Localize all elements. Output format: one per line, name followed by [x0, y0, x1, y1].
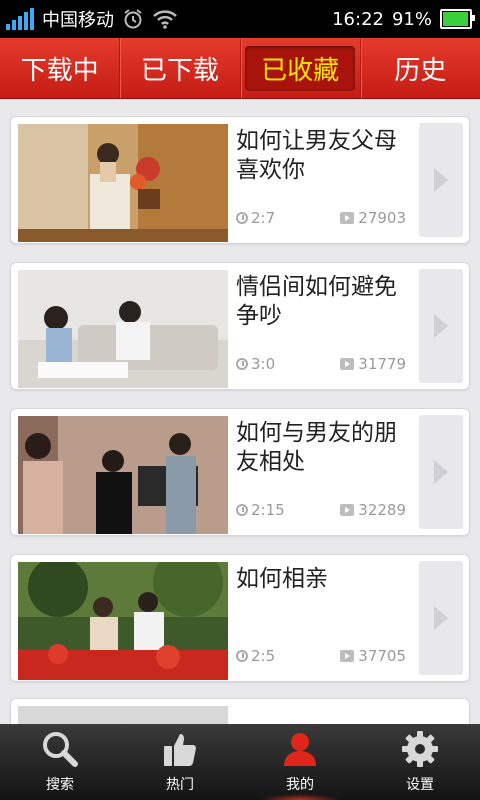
wifi-icon — [153, 10, 177, 29]
nav-settings[interactable]: 设置 — [360, 724, 480, 800]
tab-label: 下载中 — [20, 55, 99, 86]
nav-hot[interactable]: 热门 — [120, 724, 240, 800]
video-thumbnail[interactable] — [18, 706, 228, 724]
video-play-count: 32289 — [358, 501, 406, 519]
video-duration: 2:5 — [251, 647, 276, 665]
chevron-right-icon — [434, 460, 448, 484]
battery-icon — [440, 9, 475, 29]
video-thumbnail[interactable] — [18, 562, 228, 680]
video-duration: 2:15 — [251, 501, 285, 519]
video-play-count: 27903 — [358, 209, 406, 227]
video-title[interactable]: 情侣间如何避免争吵 — [236, 273, 416, 331]
top-tab-bar: 下载中 已下载 已收藏 历史 — [0, 38, 480, 99]
video-list[interactable]: 如何让男友父母喜欢你 2:7 27903 情侣间如何避免争吵 3:0 31779 — [0, 98, 480, 724]
search-icon — [43, 732, 78, 767]
video-title[interactable]: 如何与男友的朋友相处 — [236, 419, 416, 477]
clock-icon — [236, 650, 248, 662]
tab-label: 已收藏 — [245, 45, 356, 91]
play-count-icon — [340, 358, 355, 370]
tab-label: 历史 — [394, 55, 447, 86]
open-detail-button[interactable] — [419, 269, 463, 383]
video-thumbnail[interactable] — [18, 270, 228, 388]
user-icon — [284, 733, 316, 766]
signal-icon — [6, 8, 34, 30]
tab-downloaded[interactable]: 已下载 — [119, 38, 239, 98]
play-count-icon — [340, 504, 355, 516]
open-detail-button[interactable] — [419, 561, 463, 675]
video-duration: 3:0 — [251, 355, 276, 373]
chevron-right-icon — [434, 314, 448, 338]
clock-icon — [236, 504, 248, 516]
battery-percent: 91% — [391, 8, 432, 30]
play-count-icon — [340, 650, 355, 662]
bottom-nav-bar: 搜索 热门 我的 设置 — [0, 724, 480, 800]
video-play-count: 31779 — [358, 355, 406, 373]
video-thumbnail[interactable] — [18, 416, 228, 534]
video-title[interactable]: 如何相亲 — [236, 565, 416, 594]
nav-label: 设置 — [406, 777, 434, 793]
thumbs-up-icon — [164, 734, 196, 766]
open-detail-button[interactable] — [419, 123, 463, 237]
clock-icon — [236, 212, 248, 224]
list-item[interactable] — [10, 698, 470, 724]
list-item[interactable]: 如何与男友的朋友相处 2:15 32289 — [10, 408, 470, 536]
carrier-name: 中国移动 — [42, 10, 114, 31]
chevron-right-icon — [434, 168, 448, 192]
tab-favorites[interactable]: 已收藏 — [239, 38, 360, 98]
list-item[interactable]: 如何让男友父母喜欢你 2:7 27903 — [10, 116, 470, 244]
gear-icon — [402, 731, 438, 767]
nav-label: 搜索 — [46, 777, 74, 793]
video-title[interactable]: 如何让男友父母喜欢你 — [236, 127, 416, 185]
open-detail-button[interactable] — [419, 415, 463, 529]
tab-label: 已下载 — [140, 55, 219, 86]
clock-time: 16:22 — [332, 8, 384, 30]
clock-icon — [236, 358, 248, 370]
tab-downloading[interactable]: 下载中 — [0, 38, 119, 98]
list-item[interactable]: 如何相亲 2:5 37705 — [10, 554, 470, 682]
tab-history[interactable]: 历史 — [359, 38, 480, 98]
chevron-right-icon — [434, 606, 448, 630]
nav-label: 热门 — [166, 777, 194, 793]
nav-label: 我的 — [286, 777, 314, 793]
alarm-icon — [124, 9, 142, 29]
video-play-count: 37705 — [358, 647, 406, 665]
list-item[interactable]: 情侣间如何避免争吵 3:0 31779 — [10, 262, 470, 390]
status-bar: 中国移动 16:22 91% — [0, 0, 480, 38]
nav-mine[interactable]: 我的 — [240, 724, 360, 800]
video-thumbnail[interactable] — [18, 124, 228, 242]
video-duration: 2:7 — [251, 209, 276, 227]
play-count-icon — [340, 212, 355, 224]
nav-search[interactable]: 搜索 — [0, 724, 120, 800]
